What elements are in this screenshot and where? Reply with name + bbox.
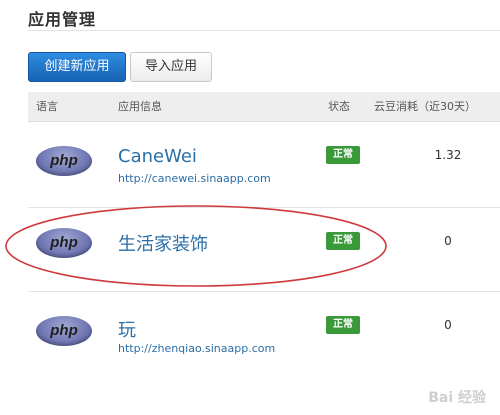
app-name-link[interactable]: 生活家装饰 xyxy=(118,230,208,256)
app-name-link[interactable]: 玩 xyxy=(118,316,136,342)
app-name-link[interactable]: CaneWei xyxy=(118,146,197,167)
app-url-link[interactable]: http://zhenqiao.sinaapp.com xyxy=(118,342,275,355)
import-app-button[interactable]: 导入应用 xyxy=(130,52,212,82)
table-row: php 玩 http://zhenqiao.sinaapp.com 正常 0 xyxy=(28,292,500,380)
column-header-language: 语言 xyxy=(36,100,58,113)
app-url-link[interactable]: http://canewei.sinaapp.com xyxy=(118,172,271,185)
quota-value: 0 xyxy=(444,318,452,332)
table-row: php CaneWei http://canewei.sinaapp.com 正… xyxy=(28,122,500,208)
status-badge: 正常 xyxy=(326,232,360,250)
baidu-watermark-logo: Bai 经验 xyxy=(428,390,486,406)
column-header-status: 状态 xyxy=(328,100,350,113)
quota-value: 0 xyxy=(444,234,452,248)
php-logo-icon: php xyxy=(36,228,92,258)
column-header-quota: 云豆消耗（近30天） xyxy=(374,100,476,113)
column-header-info: 应用信息 xyxy=(118,100,162,113)
title-divider xyxy=(28,30,500,31)
table-row: php 生活家装饰 正常 0 xyxy=(28,208,500,292)
page-title: 应用管理 xyxy=(28,10,97,29)
status-badge: 正常 xyxy=(326,146,360,164)
create-app-button[interactable]: 创建新应用 xyxy=(28,52,126,82)
quota-value: 1.32 xyxy=(434,148,462,162)
status-badge: 正常 xyxy=(326,316,360,334)
php-logo-icon: php xyxy=(36,146,92,176)
table-header: 语言 应用信息 状态 云豆消耗（近30天） xyxy=(28,92,500,122)
php-logo-icon: php xyxy=(36,316,92,346)
